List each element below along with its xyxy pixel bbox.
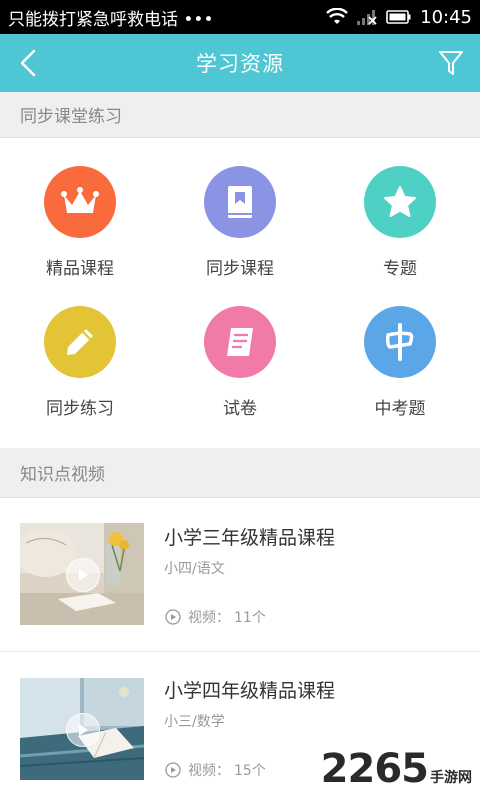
grid-item-label: 专题: [383, 259, 417, 279]
section-title: 知识点视频: [20, 465, 105, 485]
section-title: 同步课堂练习: [20, 107, 122, 127]
video-count-label: 视频：: [188, 610, 230, 626]
video-list-item[interactable]: 小学三年级精品课程 小四/语文 视频： 11个: [0, 499, 480, 651]
back-arrow-icon[interactable]: [16, 48, 42, 78]
watermark-logo: 2265 手游网: [321, 746, 472, 792]
video-count: 15个: [234, 763, 266, 779]
zhong-icon: [364, 306, 436, 378]
section-header-knowledge-video: 知识点视频: [0, 448, 480, 498]
category-grid: 精品课程 同步课程 专题 同步练习 试卷 中考题: [0, 138, 480, 446]
grid-item-exam-paper[interactable]: 试卷: [160, 306, 320, 446]
grid-item-label: 试卷: [223, 399, 257, 419]
grid-item-sync-exercise[interactable]: 同步练习: [0, 306, 160, 446]
top-bar: 学习资源: [0, 34, 480, 92]
video-title: 小学三年级精品课程: [164, 527, 336, 549]
book-icon: [204, 166, 276, 238]
section-header-sync-practice: 同步课堂练习: [0, 92, 480, 138]
page-title: 学习资源: [196, 52, 284, 76]
video-meta: 视频： 11个: [164, 607, 266, 627]
video-count-label: 视频：: [188, 763, 230, 779]
video-subtitle: 小四/语文: [164, 561, 225, 577]
crown-icon: [44, 166, 116, 238]
status-bar: 只能拨打紧急呼救电话 ••• 10:45: [0, 0, 480, 34]
signal-icon: [357, 10, 377, 25]
play-icon: [66, 558, 100, 592]
star-icon: [364, 166, 436, 238]
video-meta: 视频： 15个: [164, 760, 266, 780]
grid-item-label: 中考题: [374, 399, 426, 419]
grid-item-label: 精品课程: [46, 259, 114, 279]
grid-item-label: 同步课程: [206, 259, 274, 279]
status-time: 10:45: [420, 6, 472, 28]
watermark-text: 手游网: [430, 770, 472, 786]
grid-item-sync-course[interactable]: 同步课程: [160, 166, 320, 306]
video-thumbnail: [20, 523, 144, 625]
grid-item-special-topic[interactable]: 专题: [320, 166, 480, 306]
grid-item-label: 同步练习: [46, 399, 114, 419]
video-play-icon: [165, 609, 181, 625]
pencil-icon: [44, 306, 116, 378]
grid-item-premium-course[interactable]: 精品课程: [0, 166, 160, 306]
video-thumbnail: [20, 678, 144, 780]
paper-icon: [204, 306, 276, 378]
play-icon: [66, 713, 100, 747]
wifi-icon: [326, 8, 348, 24]
video-play-icon: [165, 762, 181, 778]
video-title: 小学四年级精品课程: [164, 680, 336, 702]
status-notification: 只能拨打紧急呼救电话 •••: [8, 9, 214, 30]
video-subtitle: 小三/数学: [164, 714, 225, 730]
grid-item-high-school-exam[interactable]: 中考题: [320, 306, 480, 446]
battery-icon: [386, 10, 411, 24]
watermark-number: 2265: [320, 746, 429, 792]
filter-icon[interactable]: [438, 49, 464, 77]
video-count: 11个: [234, 610, 266, 626]
